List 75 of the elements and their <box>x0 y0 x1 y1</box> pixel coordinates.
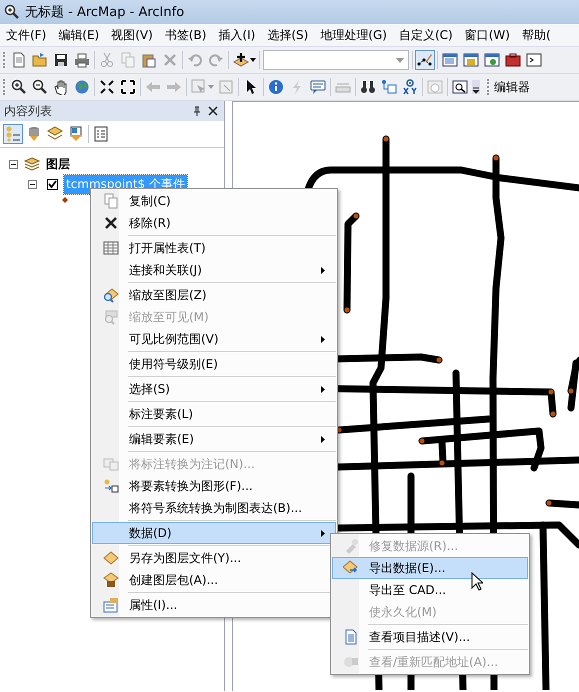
menu-item[interactable]: 窗口(W) <box>458 26 516 44</box>
menu-item[interactable]: 选择(S) <box>92 378 336 400</box>
menu-item[interactable]: 编辑(E) <box>52 26 106 44</box>
layer-group-label[interactable]: 图层 <box>46 156 70 172</box>
layer-file-icon <box>103 550 119 566</box>
magnifier-window-icon[interactable] <box>451 78 469 96</box>
window-title: 无标题 - ArcMap - ArcInfo <box>25 4 184 21</box>
menu-item[interactable]: 将要素转换为图形(F)... <box>92 475 336 497</box>
menu-item[interactable]: 导出数据(E)... <box>332 557 528 579</box>
printer-icon[interactable] <box>73 51 91 69</box>
add-data-icon[interactable] <box>232 51 250 69</box>
caret-icon[interactable] <box>250 58 256 62</box>
menu-item[interactable]: 标注要素(L) <box>92 403 336 425</box>
binoculars-icon[interactable] <box>359 78 377 96</box>
fixed-zoom-out-icon[interactable] <box>119 78 137 96</box>
menu-item[interactable]: 文件(F) <box>0 26 52 44</box>
menu-item[interactable]: 编辑要素(E) <box>92 428 336 450</box>
convert-graphics-icon <box>103 478 119 494</box>
popup-icon[interactable] <box>309 78 327 96</box>
table-window-icon[interactable] <box>441 51 459 69</box>
menu-item[interactable]: 地理处理(G) <box>314 26 393 44</box>
identify-icon[interactable] <box>267 78 285 96</box>
remove-icon <box>103 215 119 231</box>
menu-item[interactable]: 使用符号级别(E) <box>92 353 336 375</box>
point-symbol-icon <box>62 197 68 203</box>
properties-icon <box>103 597 119 613</box>
time-slider-icon[interactable] <box>426 78 444 96</box>
table-icon <box>103 240 119 256</box>
menu-item[interactable]: 插入(I) <box>212 26 262 44</box>
globe-icon[interactable] <box>73 78 91 96</box>
menu-item[interactable]: 将符号系统转换为制图表达(B)... <box>92 497 336 519</box>
menu-item[interactable]: 可见比例范围(V) <box>92 328 336 350</box>
zoom-in-icon[interactable] <box>10 78 28 96</box>
menu-item[interactable]: 移除(R) <box>92 212 336 234</box>
zoom-to-visible-icon <box>103 309 119 325</box>
annotation-icon <box>103 456 119 472</box>
menu-item[interactable]: 数据(D) <box>92 522 336 544</box>
search-window-icon[interactable] <box>483 51 501 69</box>
menu-item[interactable]: 选择(S) <box>261 26 314 44</box>
layer-checkbox[interactable] <box>47 178 58 190</box>
toc-drawing-order-icon[interactable] <box>4 125 22 143</box>
dropdown-caret-icon[interactable] <box>396 58 404 62</box>
menu-item[interactable]: 连接和关联(J) <box>92 259 336 281</box>
route-icon[interactable] <box>380 78 398 96</box>
menu-item[interactable]: 书签(B) <box>158 26 212 44</box>
editor-toolbar-label[interactable]: 编辑器 <box>494 78 530 96</box>
copy-icon <box>103 193 119 209</box>
save-icon[interactable] <box>52 51 70 69</box>
export-data-icon <box>343 560 359 576</box>
toolbox-icon[interactable] <box>504 51 522 69</box>
overflow-icon[interactable] <box>472 80 480 94</box>
open-folder-icon[interactable] <box>31 51 49 69</box>
zoom-to-layer-icon <box>103 287 119 303</box>
catalog-window-icon[interactable] <box>462 51 480 69</box>
magnifier-icon <box>4 4 20 20</box>
menu-item[interactable]: 自定义(C) <box>392 26 459 44</box>
mouse-cursor-icon <box>471 572 483 591</box>
editor-toolbar-icon[interactable] <box>416 51 434 69</box>
zoom-out-icon[interactable] <box>31 78 49 96</box>
layer-package-icon <box>103 572 119 588</box>
collapse-toggle[interactable] <box>28 180 37 188</box>
go-to-xy-icon[interactable] <box>401 78 419 96</box>
pin-icon[interactable] <box>192 106 202 116</box>
description-icon <box>343 629 359 645</box>
collapse-toggle[interactable] <box>9 160 18 168</box>
menu-item[interactable]: 缩放至图层(Z) <box>92 284 336 306</box>
close-icon[interactable] <box>208 106 218 116</box>
toc-options-icon[interactable] <box>92 125 110 143</box>
menu-item[interactable]: 视图(V) <box>105 26 159 44</box>
panel-title: 内容列表 <box>4 102 53 120</box>
layers-icon <box>24 156 40 172</box>
fixed-zoom-in-icon[interactable] <box>98 78 116 96</box>
menu-item[interactable]: 打开属性表(T) <box>92 237 336 259</box>
menu-item[interactable]: 帮助( <box>516 26 557 44</box>
menu-item[interactable]: 查看项目描述(V)... <box>332 626 528 648</box>
